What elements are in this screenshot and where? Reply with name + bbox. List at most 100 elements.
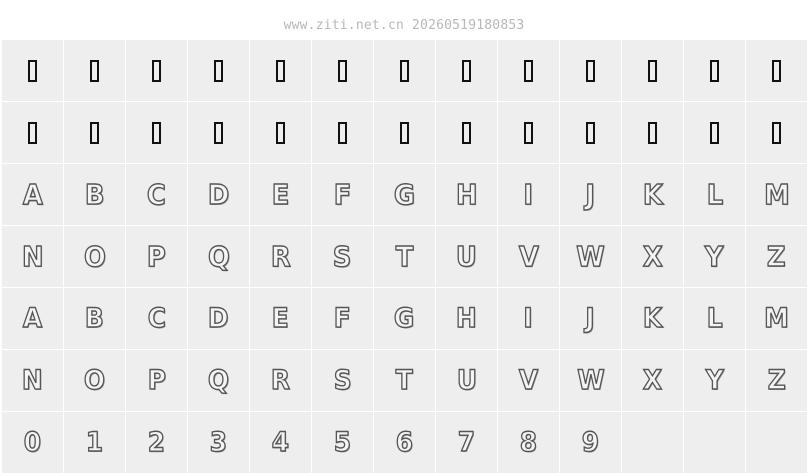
glyph-cell xyxy=(374,40,435,101)
glyph-sample: W xyxy=(576,239,606,273)
glyph-sample: G xyxy=(394,303,416,334)
glyph-cell xyxy=(188,40,249,101)
missing-glyph-box-icon xyxy=(524,59,533,82)
glyph-cell: 4 xyxy=(250,412,311,473)
missing-glyph-box-icon xyxy=(90,59,99,82)
glyph-sample: 5 xyxy=(333,427,352,458)
glyph-cell: A xyxy=(2,288,63,349)
glyph-cell: K xyxy=(622,288,683,349)
glyph-cell: R xyxy=(250,350,311,411)
glyph-cell: K xyxy=(622,164,683,225)
missing-glyph-box-icon xyxy=(462,59,471,82)
glyph-cell: Z xyxy=(746,350,807,411)
glyph-sample: G xyxy=(393,177,416,211)
glyph-sample: U xyxy=(456,365,477,396)
glyph-sample: 9 xyxy=(581,427,600,458)
glyph-cell: D xyxy=(188,164,249,225)
missing-glyph-box-icon xyxy=(586,59,595,82)
glyph-cell: G xyxy=(374,164,435,225)
missing-glyph-box-icon xyxy=(152,59,161,82)
glyph-cell: V xyxy=(498,350,559,411)
glyph-sample: P xyxy=(146,239,166,273)
glyph-sample: A xyxy=(22,303,43,334)
glyph-cell: O xyxy=(64,226,125,287)
empty-cell xyxy=(746,412,807,473)
missing-glyph-box-icon xyxy=(276,59,285,82)
glyph-sample: X xyxy=(642,365,663,396)
glyph-cell xyxy=(312,102,373,163)
missing-glyph-box-icon xyxy=(214,59,223,82)
glyph-cell: G xyxy=(374,288,435,349)
glyph-cell xyxy=(64,102,125,163)
glyph-sample: N xyxy=(21,239,44,273)
glyph-sample: S xyxy=(333,239,353,273)
glyph-sample: F xyxy=(333,177,352,211)
glyph-sample: R xyxy=(270,365,291,396)
glyph-cell xyxy=(498,102,559,163)
glyph-cell: O xyxy=(64,350,125,411)
glyph-sample: L xyxy=(706,177,724,211)
glyph-cell: C xyxy=(126,288,187,349)
glyph-cell: Q xyxy=(188,226,249,287)
glyph-sample: E xyxy=(271,177,290,211)
glyph-cell: N xyxy=(2,350,63,411)
glyph-sample: R xyxy=(270,239,291,273)
glyph-cell: F xyxy=(312,164,373,225)
glyph-cell xyxy=(746,40,807,101)
empty-cell xyxy=(684,412,745,473)
glyph-cell: 3 xyxy=(188,412,249,473)
glyph-sample: V xyxy=(518,239,539,273)
glyph-cell: U xyxy=(436,350,497,411)
glyph-sample: 3 xyxy=(209,427,228,458)
glyph-cell: I xyxy=(498,288,559,349)
glyph-sample: B xyxy=(84,177,105,211)
empty-cell xyxy=(622,412,683,473)
glyph-cell: Y xyxy=(684,350,745,411)
glyph-cell: H xyxy=(436,164,497,225)
glyph-cell: P xyxy=(126,226,187,287)
glyph-sample: T xyxy=(395,239,414,273)
glyph-sample: 0 xyxy=(23,427,42,458)
glyph-sample: Y xyxy=(705,239,725,273)
missing-glyph-box-icon xyxy=(400,59,409,82)
glyph-sample: C xyxy=(147,303,167,334)
glyph-sample: K xyxy=(642,177,663,211)
glyph-sample: T xyxy=(395,365,413,396)
glyph-sample: K xyxy=(642,303,663,334)
glyph-sample: V xyxy=(518,365,539,396)
glyph-cell: 2 xyxy=(126,412,187,473)
glyph-cell: A xyxy=(2,164,63,225)
glyph-sample: J xyxy=(585,303,596,334)
glyph-cell xyxy=(64,40,125,101)
glyph-cell: B xyxy=(64,164,125,225)
glyph-cell: D xyxy=(188,288,249,349)
glyph-cell: 9 xyxy=(560,412,621,473)
glyph-sample: 6 xyxy=(395,427,414,458)
glyph-cell: L xyxy=(684,288,745,349)
missing-glyph-box-icon xyxy=(648,121,657,144)
glyph-cell xyxy=(560,102,621,163)
glyph-cell: W xyxy=(560,226,621,287)
glyph-cell: H xyxy=(436,288,497,349)
glyph-cell: W xyxy=(560,350,621,411)
glyph-sample: J xyxy=(585,177,596,211)
missing-glyph-box-icon xyxy=(772,59,781,82)
watermark-text: www.ziti.net.cn 20260519180853 xyxy=(283,18,525,33)
missing-glyph-box-icon xyxy=(152,121,161,144)
missing-glyph-box-icon xyxy=(648,59,657,82)
glyph-cell: Z xyxy=(746,226,807,287)
glyph-cell: C xyxy=(126,164,187,225)
missing-glyph-box-icon xyxy=(338,59,347,82)
glyph-cell xyxy=(436,102,497,163)
glyph-cell xyxy=(622,102,683,163)
glyph-sample: S xyxy=(333,365,352,396)
glyph-cell xyxy=(2,102,63,163)
glyph-sample: X xyxy=(642,239,663,273)
glyph-sample: Q xyxy=(207,239,230,273)
missing-glyph-box-icon xyxy=(90,121,99,144)
glyph-cell xyxy=(2,40,63,101)
glyph-cell xyxy=(746,102,807,163)
glyph-cell: M xyxy=(746,164,807,225)
glyph-cell xyxy=(684,102,745,163)
glyph-cell xyxy=(684,40,745,101)
